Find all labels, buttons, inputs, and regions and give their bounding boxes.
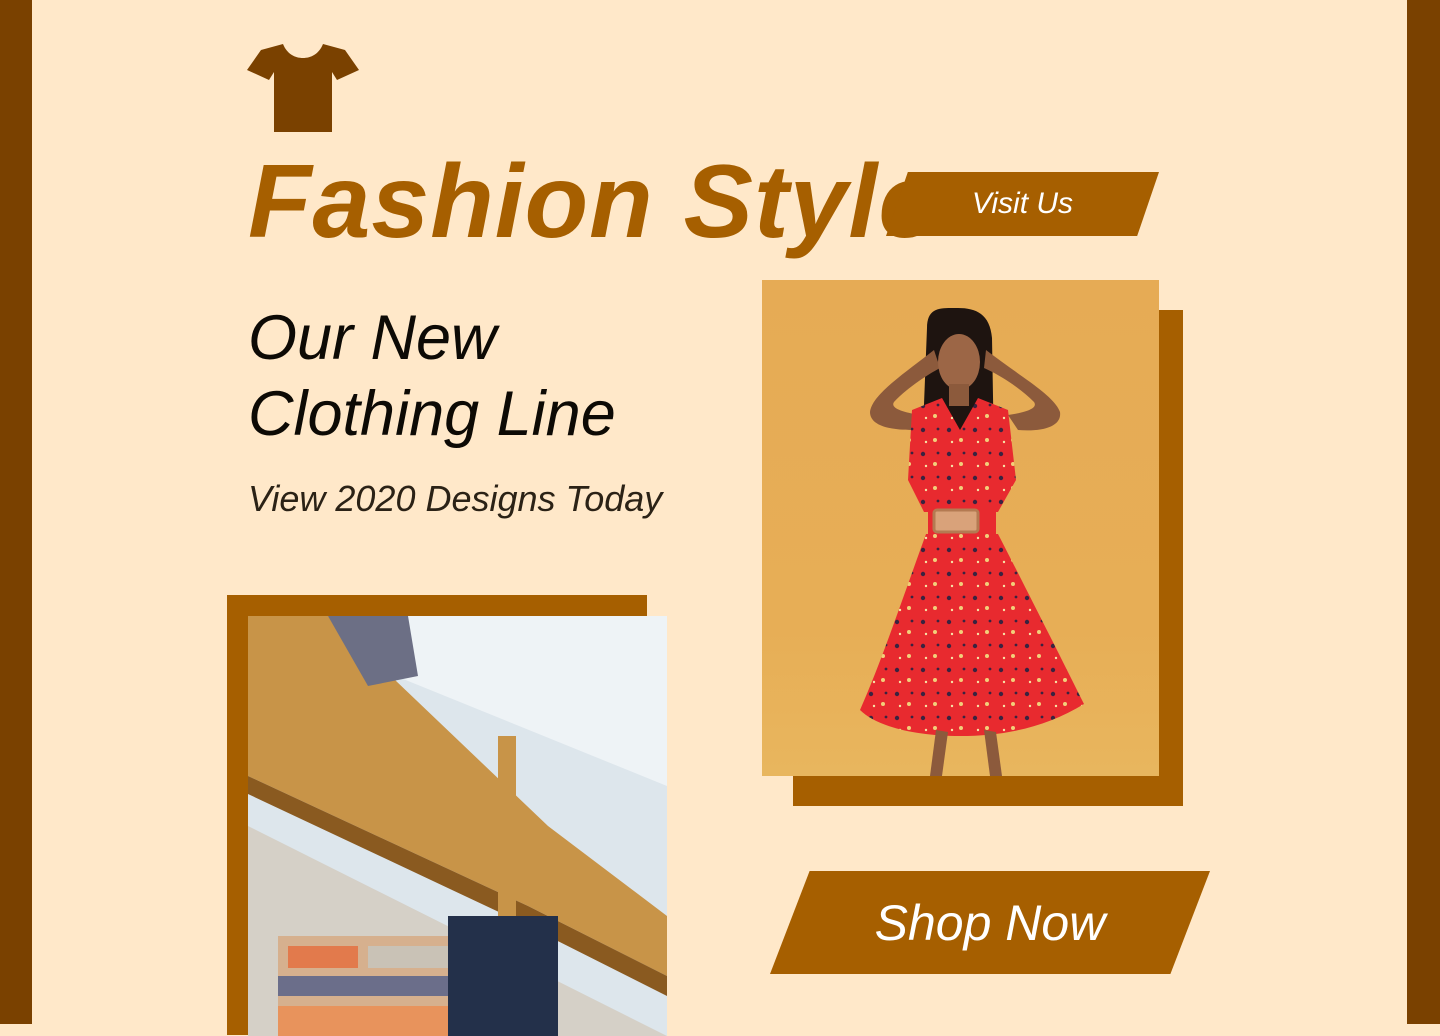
shop-now-button[interactable]: Shop Now [770,871,1210,974]
headline: Our New Clothing Line [248,300,616,452]
headline-line-2: Clothing Line [248,379,616,449]
headline-line-1: Our New [248,303,497,373]
visit-us-button[interactable]: Visit Us [886,172,1159,236]
t-shirt-icon [247,44,359,132]
frame-left-bar [0,0,32,1024]
frame-right-bar [1407,0,1440,1024]
clothing-shelf-photo [248,616,667,1036]
brand-title: Fashion Style [248,144,938,260]
model-red-dress-photo [762,280,1159,776]
subheadline: View 2020 Designs Today [248,478,663,519]
